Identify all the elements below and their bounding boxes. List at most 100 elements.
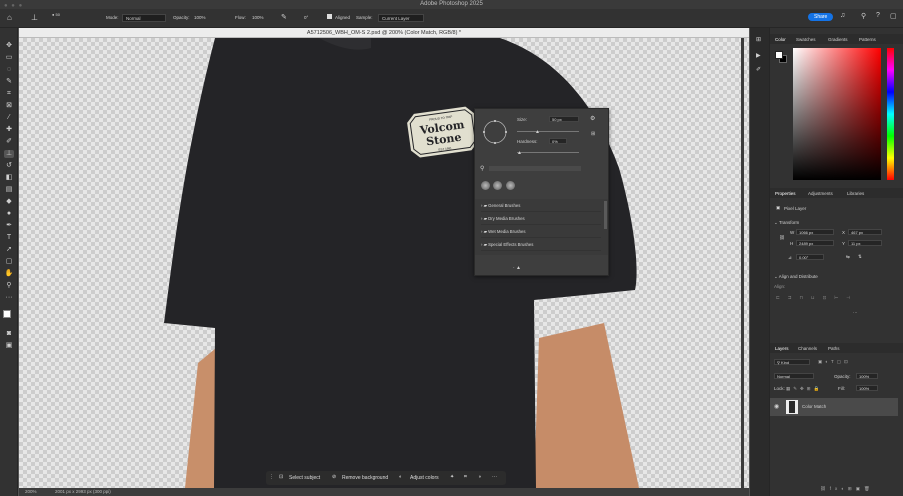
tab-layers[interactable]: Layers xyxy=(775,346,789,351)
gradient-tool-icon[interactable]: ▤ xyxy=(4,186,14,194)
popup-scrollbar[interactable] xyxy=(604,201,607,229)
align-buttons[interactable]: ⊏⊐⊓⊔⊡⊢⊣ xyxy=(776,295,858,301)
new-preset-icon[interactable]: ⊞ xyxy=(591,131,595,137)
tab-adjustments[interactable]: Adjustments xyxy=(808,191,833,196)
healing-brush-tool-icon[interactable]: ✚ xyxy=(4,126,14,134)
tab-gradients[interactable]: Gradients xyxy=(828,37,848,42)
recent-brush-2[interactable] xyxy=(493,181,503,190)
generative-fill-icon[interactable]: ✦ xyxy=(450,474,454,480)
tab-channels[interactable]: Channels xyxy=(798,346,817,351)
opacity-input[interactable]: 100% xyxy=(856,373,878,379)
settings-gear-icon[interactable]: ⚙ xyxy=(590,115,595,122)
quick-selection-tool-icon[interactable]: ✎ xyxy=(4,78,14,86)
screen-mode-icon[interactable]: ▣ xyxy=(4,342,14,350)
brush-preset-picker[interactable]: ● 50 xyxy=(52,12,60,17)
layer-filter-select[interactable]: ⚲ Kind xyxy=(774,359,810,365)
size-input[interactable]: 50 px xyxy=(549,116,579,122)
hardness-slider-thumb[interactable]: ▲ xyxy=(517,150,522,156)
move-tool-icon[interactable]: ✥ xyxy=(4,42,14,50)
size-slider[interactable]: ▲ xyxy=(517,129,579,135)
play-actions-icon[interactable]: ▶ xyxy=(756,52,761,59)
brush-tool-icon[interactable]: ✐ xyxy=(4,138,14,146)
eraser-tool-icon[interactable]: ◧ xyxy=(4,174,14,182)
more-options-icon[interactable]: ··· xyxy=(853,310,858,315)
aligned-checkbox[interactable] xyxy=(327,14,332,19)
y-input[interactable]: 11 px xyxy=(848,240,882,246)
history-brush-tool-icon[interactable]: ↺ xyxy=(4,162,14,170)
recent-brush-1[interactable] xyxy=(481,181,490,190)
brush-search-field[interactable] xyxy=(489,166,581,171)
search-brushes-icon[interactable]: ⚲ xyxy=(480,165,484,172)
clone-stamp-tool-icon[interactable]: ⊥ xyxy=(4,150,14,158)
blend-mode-select[interactable]: Normal xyxy=(774,373,814,379)
home-icon[interactable]: ⌂ xyxy=(7,13,12,22)
foreground-color-swatch[interactable] xyxy=(3,310,11,318)
layer-name[interactable]: Color Match xyxy=(802,404,826,409)
blur-tool-icon[interactable]: ◆ xyxy=(4,198,14,206)
airbrush-icon[interactable]: ✎ xyxy=(281,13,287,21)
width-input[interactable]: 1066 px xyxy=(796,229,834,235)
clone-stamp-tool-icon[interactable]: ⊥ xyxy=(31,13,38,22)
more-tools-icon[interactable]: ··· xyxy=(4,294,14,302)
fg-color-swatch[interactable] xyxy=(775,51,783,59)
brush-angle-preview[interactable] xyxy=(482,119,508,145)
lock-icons[interactable]: ▦✎✥⊞🔒 xyxy=(786,386,822,392)
folder-wet-media-brushes[interactable]: › ▰ Wet Media Brushes xyxy=(481,225,601,238)
select-subject-button[interactable]: Select subject xyxy=(289,475,320,481)
fill-input[interactable]: 100% xyxy=(856,385,878,391)
document-dimensions[interactable]: 2001 px x 2993 px (300 ppi) xyxy=(55,489,111,494)
remove-background-button[interactable]: Remove background xyxy=(342,475,388,481)
crop-tool-icon[interactable]: ⌗ xyxy=(4,90,14,98)
preview-size-slider[interactable]: · ▲ xyxy=(513,265,521,271)
flow-value[interactable]: 100% xyxy=(252,15,264,20)
pen-tool-icon[interactable]: ✒ xyxy=(4,222,14,230)
x-input[interactable]: 467 px xyxy=(848,229,882,235)
crop-icon[interactable]: ⌗ xyxy=(464,474,467,480)
eyedropper-tool-icon[interactable]: ⁄ xyxy=(4,114,14,122)
hand-tool-icon[interactable]: ✋ xyxy=(4,270,14,278)
layer-filter-icons[interactable]: ▣◐T▢⊡ xyxy=(818,359,851,365)
folder-dry-media-brushes[interactable]: › ▰ Dry Media Brushes xyxy=(481,212,601,225)
size-slider-thumb[interactable]: ▲ xyxy=(535,129,540,135)
color-field[interactable] xyxy=(793,48,881,180)
notifications-icon[interactable]: ♫ xyxy=(840,12,845,19)
brush-settings-icon[interactable]: ✐ xyxy=(756,66,761,73)
drag-handle[interactable]: ⋮ xyxy=(269,474,274,480)
path-selection-tool-icon[interactable]: ➚ xyxy=(4,246,14,254)
tab-patterns[interactable]: Patterns xyxy=(859,37,876,42)
history-panel-icon[interactable]: ⊞ xyxy=(756,36,761,43)
quick-mask-icon[interactable]: ◙ xyxy=(4,330,14,338)
frame-tool-icon[interactable]: ⊠ xyxy=(4,102,14,110)
dodge-tool-icon[interactable]: ● xyxy=(4,210,14,218)
share-button[interactable]: Share xyxy=(808,13,834,21)
canvas[interactable]: PROUD TO TRIP Volcom Stone EST 1991 xyxy=(19,38,749,488)
hardness-input[interactable]: 0% xyxy=(549,138,567,144)
layer-row[interactable]: ◉ Color Match xyxy=(770,398,898,416)
more-options-icon[interactable]: ··· xyxy=(492,474,497,480)
tab-libraries[interactable]: Libraries xyxy=(847,191,864,196)
tab-properties[interactable]: Properties xyxy=(775,191,796,196)
search-icon[interactable]: ⚲ xyxy=(861,12,866,20)
zoom-tool-icon[interactable]: ⚲ xyxy=(4,282,14,290)
zoom-level[interactable]: 200% xyxy=(25,489,37,494)
document-tab[interactable]: A5712506_WBH_OM-S 2.psd @ 200% (Color Ma… xyxy=(19,28,749,38)
artboard-tool-icon[interactable]: ▭ xyxy=(4,54,14,62)
flip-vertical-icon[interactable]: ⇅ xyxy=(858,254,862,260)
workspace-icon[interactable]: ▢ xyxy=(890,12,897,20)
opacity-value[interactable]: 100% xyxy=(194,15,206,20)
tab-paths[interactable]: Paths xyxy=(828,346,840,351)
folder-general-brushes[interactable]: › ▰ General Brushes xyxy=(481,199,601,212)
type-tool-icon[interactable]: T xyxy=(4,234,14,242)
lasso-tool-icon[interactable]: ◌ xyxy=(4,66,14,74)
tab-color[interactable]: Color xyxy=(775,37,786,42)
flip-horizontal-icon[interactable]: ⇆ xyxy=(846,254,850,260)
angle-input[interactable]: 0.00° xyxy=(796,254,824,260)
hardness-slider[interactable]: ▲ xyxy=(517,150,579,156)
mode-select[interactable]: Normal xyxy=(122,14,166,22)
tab-swatches[interactable]: Swatches xyxy=(796,37,816,42)
link-dimensions-icon[interactable]: ⛓ xyxy=(779,235,785,241)
rectangle-tool-icon[interactable]: ▢ xyxy=(4,258,14,266)
vertical-scrollbar[interactable] xyxy=(741,38,744,488)
sample-select[interactable]: Current Layer xyxy=(378,14,424,22)
layer-panel-footer-icons[interactable]: ⛓fx◐⊞▣🗑 xyxy=(820,486,874,492)
